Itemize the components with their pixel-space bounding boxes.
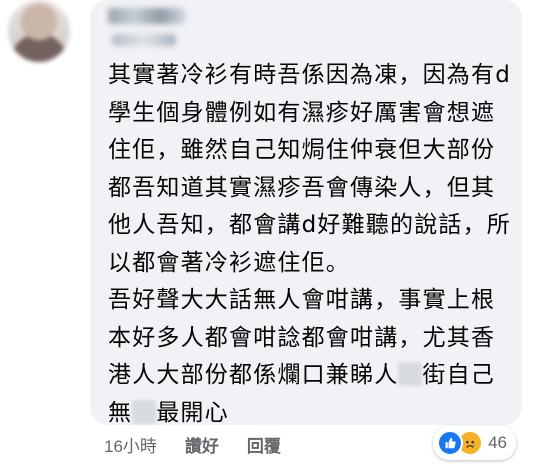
reaction-count: 46	[488, 433, 507, 452]
avatar[interactable]	[8, 0, 70, 62]
reply-button[interactable]: 回覆	[247, 432, 281, 457]
comment-line: 吾好聲大大話無人會咁講，事實上根	[108, 287, 496, 313]
like-icon	[437, 430, 464, 456]
comment-line-part: 無	[108, 399, 133, 426]
comment-line: 本好多人都會咁諗都會咁講，尤其香	[108, 324, 496, 351]
comment-line-part: 最開心	[156, 399, 229, 426]
comment-line: 以都會著冷衫遮住佢。	[108, 249, 350, 276]
comment-root: 其實著冷衫有時吾係因為凍，因為有d 學生個身體例如有濕疹好厲害會想遮 住佢，雖然…	[0, 0, 540, 474]
commenter-name-redacted[interactable]	[108, 8, 186, 24]
comment-line: 住佢，雖然自己知焗住仲衰但大部份	[108, 137, 496, 163]
comment-line: 其實著冷衫有時吾係因為凍，因為有d	[108, 62, 511, 88]
comment-line: 他人吾知，都會講d好難聽的說話，所	[108, 212, 511, 238]
censored-word	[398, 362, 423, 386]
reactions-summary[interactable]: 46	[433, 426, 516, 460]
like-button[interactable]: 讚好	[185, 432, 219, 457]
comment-line: 港人大部份都係爛口兼睇人 街自己	[108, 357, 513, 395]
comment-actions: 16小時 讚好 回覆	[104, 430, 309, 458]
commenter-subtitle-redacted	[112, 34, 176, 46]
comment-line-part: 街自己	[422, 362, 496, 388]
censored-word	[132, 399, 157, 424]
comment-line-part: 港人大部份都係爛口兼睇人	[108, 362, 399, 388]
timestamp-link[interactable]: 16小時	[104, 432, 157, 457]
comment-text: 其實著冷衫有時吾係因為凍，因為有d 學生個身體例如有濕疹好厲害會想遮 住佢，雖然…	[108, 57, 513, 432]
comment-line: 都吾知道其實濕疹吾會傳染人，但其	[108, 174, 496, 201]
comment-line: 學生個身體例如有濕疹好厲害會想遮	[108, 99, 496, 126]
